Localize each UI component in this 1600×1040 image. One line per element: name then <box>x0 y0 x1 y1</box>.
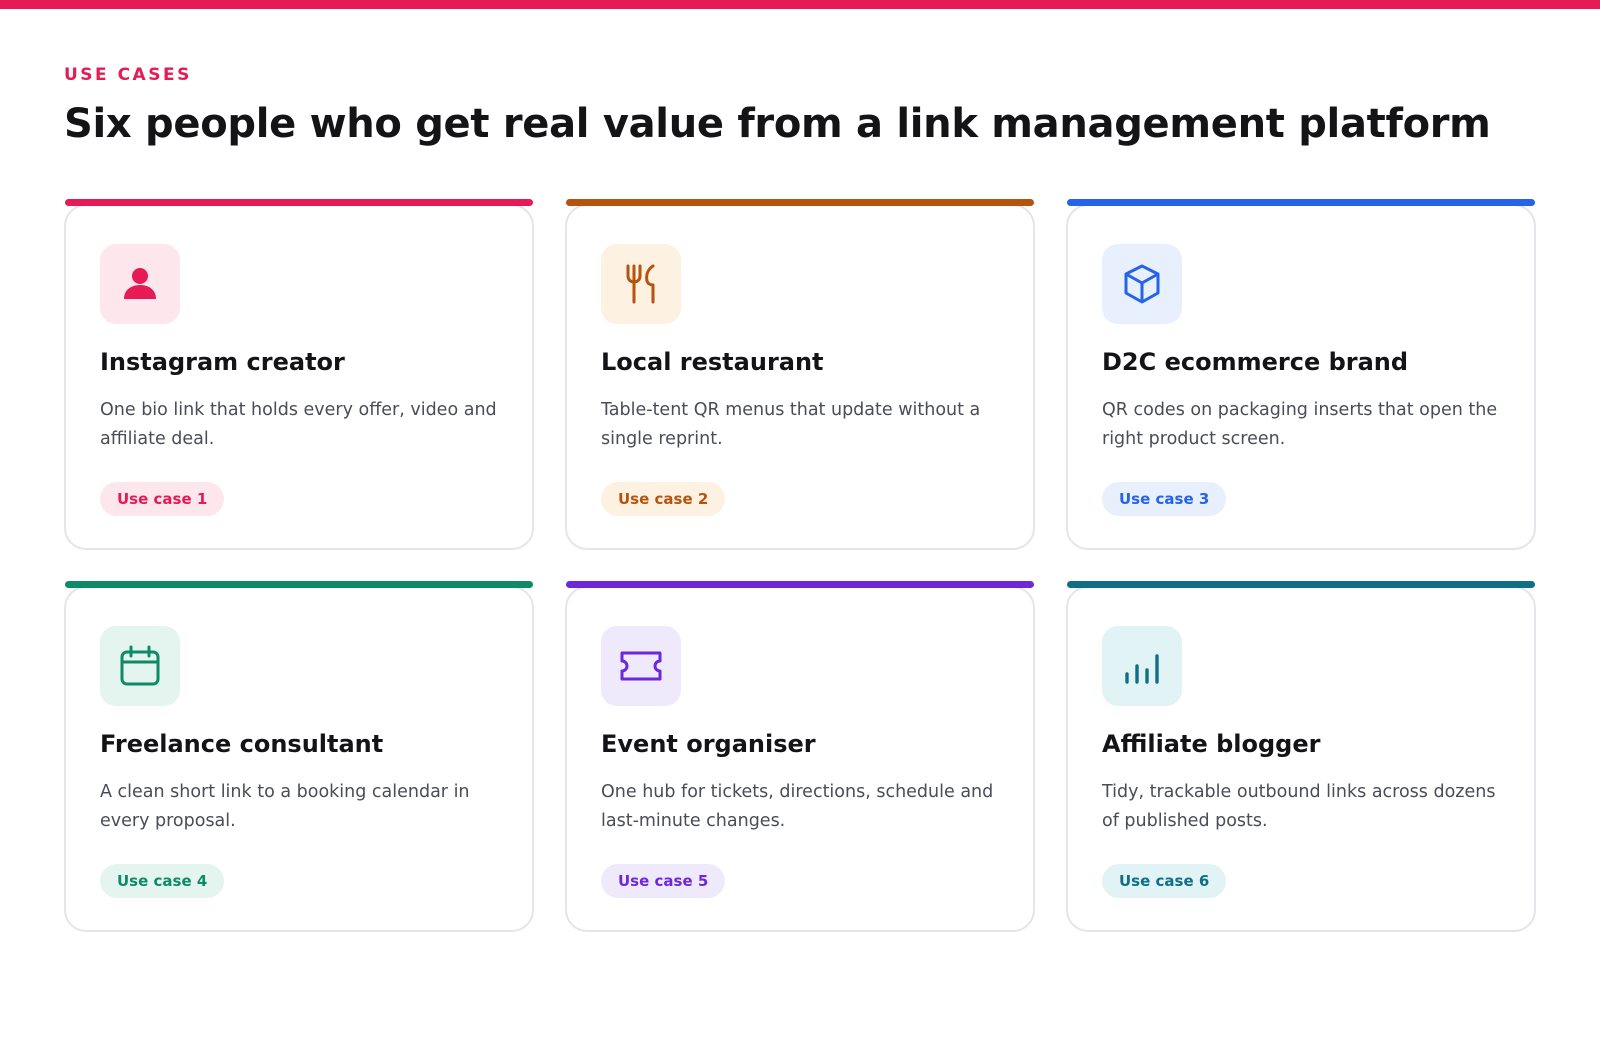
person-icon <box>124 268 156 299</box>
section-eyebrow: USE CASES <box>64 65 192 85</box>
card-accent-bar <box>1067 581 1535 588</box>
ticket-icon <box>620 651 662 681</box>
card-title: Local restaurant <box>601 348 824 376</box>
card-title: Affiliate blogger <box>1102 730 1321 758</box>
card-title: D2C ecommerce brand <box>1102 348 1409 376</box>
card-icon-tile <box>1102 244 1182 324</box>
card-icon-tile <box>100 626 180 706</box>
card-title: Event organiser <box>601 730 816 758</box>
use-case-badge: Use case 3 <box>1102 482 1227 516</box>
card-accent-bar <box>1067 199 1535 206</box>
use-case-badge: Use case 2 <box>601 482 726 516</box>
card-accent-bar <box>65 199 533 206</box>
card-icon-tile <box>100 244 180 324</box>
calendar-icon <box>120 645 160 686</box>
card-title: Freelance consultant <box>100 730 384 758</box>
card-icon-tile <box>601 626 681 706</box>
use-case-card-local-restaurant: Local restaurant Table-tent QR menus tha… <box>565 199 1035 550</box>
section-header: USE CASES Six people who get real value … <box>64 64 1544 150</box>
use-case-card-freelance-consultant: Freelance consultant A clean short link … <box>64 581 534 932</box>
use-case-card-affiliate-blogger: Affiliate blogger Tidy, trackable outbou… <box>1066 581 1536 932</box>
card-description: QR codes on packaging inserts that open … <box>1102 400 1498 449</box>
card-accent-bar <box>65 581 533 588</box>
card-description: One bio link that holds every offer, vid… <box>100 400 497 449</box>
use-case-grid: Instagram creator One bio link that hold… <box>64 199 1536 932</box>
fork-knife-icon <box>626 264 655 304</box>
page-title: Six people who get real value from a lin… <box>64 101 1491 147</box>
card-title: Instagram creator <box>100 348 345 376</box>
use-case-card-d2c-ecommerce-brand: D2C ecommerce brand QR codes on packagin… <box>1066 199 1536 550</box>
use-case-card-instagram-creator: Instagram creator One bio link that hold… <box>64 199 534 550</box>
card-icon-tile <box>1102 626 1182 706</box>
card-icon-tile <box>601 244 681 324</box>
top-accent-bar <box>0 0 1600 9</box>
card-description: One hub for tickets, directions, schedul… <box>601 782 994 831</box>
card-description: Table-tent QR menus that update without … <box>601 400 981 449</box>
use-case-badge: Use case 5 <box>601 864 726 898</box>
card-description: A clean short link to a booking calendar… <box>100 782 470 831</box>
box-icon <box>1124 264 1160 304</box>
card-accent-bar <box>566 199 1034 206</box>
card-accent-bar <box>566 581 1034 588</box>
bar-chart-icon <box>1125 654 1159 684</box>
use-case-badge: Use case 1 <box>100 482 225 516</box>
use-case-badge: Use case 6 <box>1102 864 1227 898</box>
use-case-card-event-organiser: Event organiser One hub for tickets, dir… <box>565 581 1035 932</box>
card-description: Tidy, trackable outbound links across do… <box>1102 782 1496 831</box>
use-case-badge: Use case 4 <box>100 864 225 898</box>
